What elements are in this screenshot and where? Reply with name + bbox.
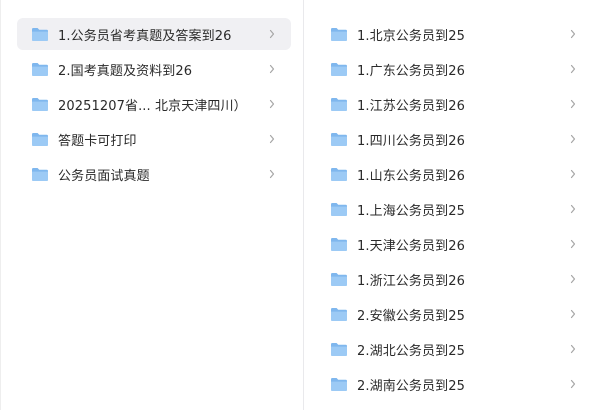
chevron-right-icon — [570, 239, 576, 249]
folder-row[interactable]: 1.四川公务员到26 — [322, 123, 590, 155]
folder-icon — [32, 97, 48, 111]
folder-icon — [331, 62, 347, 76]
folder-label: 答题卡可打印 — [58, 133, 137, 149]
folder-icon — [331, 167, 347, 181]
folder-row[interactable]: 2.安徽公务员到25 — [322, 298, 590, 330]
folder-icon — [331, 237, 347, 251]
folder-row[interactable]: 1.北京公务员到25 — [322, 18, 590, 50]
folder-label: 1.北京公务员到25 — [357, 28, 465, 44]
chevron-right-icon — [269, 99, 275, 109]
folder-label: 1.四川公务员到26 — [357, 133, 465, 149]
chevron-right-icon — [269, 169, 275, 179]
folder-icon — [32, 27, 48, 41]
chevron-right-icon — [570, 379, 576, 389]
chevron-right-icon — [570, 64, 576, 74]
chevron-right-icon — [570, 274, 576, 284]
folder-row[interactable]: 1.江苏公务员到26 — [322, 88, 590, 120]
chevron-right-icon — [570, 134, 576, 144]
folder-row[interactable]: 1.公务员省考真题及答案到26 — [17, 18, 291, 50]
folder-row[interactable]: 1.上海公务员到25 — [322, 193, 590, 225]
folder-label: 20251207省... 北京天津四川） — [58, 98, 247, 114]
folder-icon — [331, 97, 347, 111]
folder-icon — [32, 167, 48, 181]
right-folder-pane: 1.北京公务员到25 1.广东公务员到26 1.江苏公务员到26 1.四川公务员… — [304, 0, 598, 410]
folder-icon — [331, 377, 347, 391]
folder-label: 1.天津公务员到26 — [357, 238, 465, 254]
folder-row[interactable]: 1.广东公务员到26 — [322, 53, 590, 85]
folder-row[interactable]: 2.国考真题及资料到26 — [17, 53, 291, 85]
chevron-right-icon — [570, 204, 576, 214]
folder-row[interactable]: 2.湖南公务员到25 — [322, 368, 590, 400]
folder-label: 1.上海公务员到25 — [357, 203, 465, 219]
left-folder-pane: 1.公务员省考真题及答案到26 2.国考真题及资料到26 20251207省..… — [0, 0, 303, 410]
folder-row[interactable]: 1.山东公务员到26 — [322, 158, 590, 190]
folder-row[interactable]: 20251207省... 北京天津四川） — [17, 88, 291, 120]
folder-icon — [331, 342, 347, 356]
folder-row[interactable]: 1.浙江公务员到26 — [322, 263, 590, 295]
folder-row[interactable]: 公务员面试真题 — [17, 158, 291, 190]
chevron-right-icon — [570, 29, 576, 39]
folder-icon — [32, 132, 48, 146]
folder-icon — [32, 62, 48, 76]
folder-label: 2.安徽公务员到25 — [357, 308, 465, 324]
folder-row[interactable]: 1.天津公务员到26 — [322, 228, 590, 260]
chevron-right-icon — [269, 64, 275, 74]
folder-label: 1.浙江公务员到26 — [357, 273, 465, 289]
folder-label: 2.湖北公务员到25 — [357, 343, 465, 359]
folder-label: 1.山东公务员到26 — [357, 168, 465, 184]
folder-icon — [331, 27, 347, 41]
folder-label: 1.江苏公务员到26 — [357, 98, 465, 114]
chevron-right-icon — [570, 99, 576, 109]
folder-row[interactable]: 答题卡可打印 — [17, 123, 291, 155]
chevron-right-icon — [269, 29, 275, 39]
folder-row[interactable]: 2.湖北公务员到25 — [322, 333, 590, 365]
folder-icon — [331, 272, 347, 286]
chevron-right-icon — [570, 169, 576, 179]
folder-label: 1.公务员省考真题及答案到26 — [58, 28, 232, 44]
folder-icon — [331, 202, 347, 216]
chevron-right-icon — [570, 344, 576, 354]
folder-label: 公务员面试真题 — [58, 168, 150, 184]
folder-label: 1.广东公务员到26 — [357, 63, 465, 79]
folder-icon — [331, 307, 347, 321]
folder-label: 2.湖南公务员到25 — [357, 378, 465, 394]
chevron-right-icon — [269, 134, 275, 144]
folder-label: 2.国考真题及资料到26 — [58, 63, 193, 79]
folder-icon — [331, 132, 347, 146]
chevron-right-icon — [570, 309, 576, 319]
